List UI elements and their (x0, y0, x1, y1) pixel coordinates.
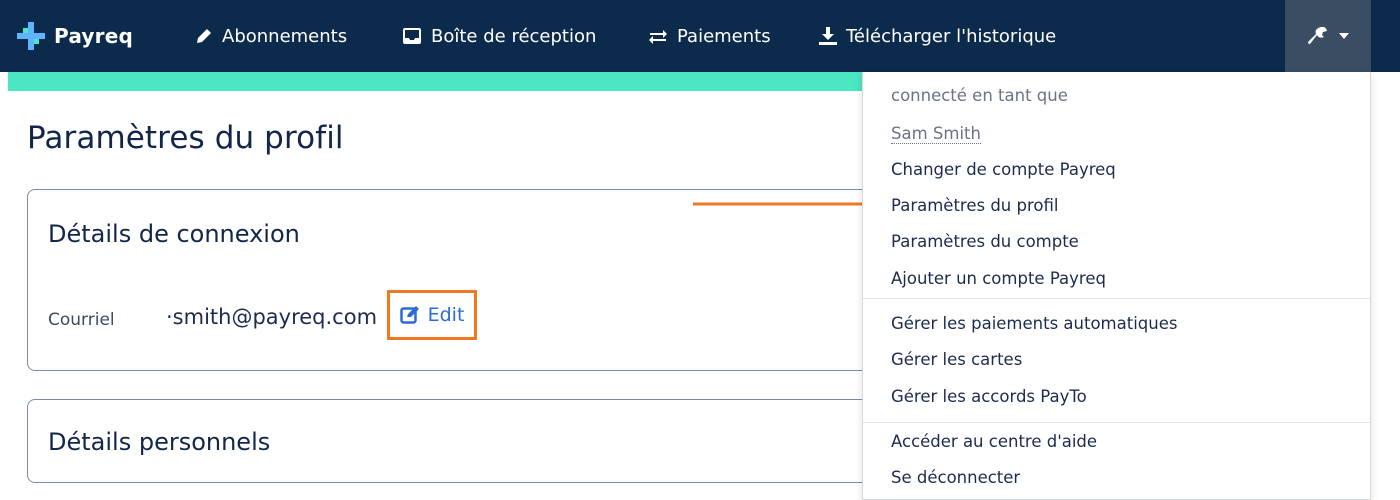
nav-abonnements[interactable]: Abonnements (194, 0, 347, 72)
brand-logo[interactable]: Payreq (16, 0, 133, 72)
download-icon (819, 27, 837, 45)
edit-button-label: Edit (427, 304, 465, 326)
personal-details-card: Détails personnels (27, 399, 927, 483)
nav-paiements[interactable]: Paiements (647, 0, 771, 72)
edit-icon (399, 306, 419, 324)
dropdown-user-name: Sam Smith (891, 124, 981, 144)
edit-email-button[interactable]: Edit (387, 290, 477, 340)
menu-accords-payto[interactable]: Gérer les accords PayTo (891, 387, 1087, 406)
wrench-icon (1308, 26, 1327, 44)
menu-gerer-cartes[interactable]: Gérer les cartes (891, 350, 1022, 369)
dropdown-header: connecté en tant que (891, 86, 1068, 105)
menu-parametres-compte[interactable]: Paramètres du compte (891, 232, 1079, 251)
nav-paiements-label: Paiements (677, 25, 771, 47)
nav-abonnements-label: Abonnements (222, 25, 348, 47)
caret-down-icon (1339, 33, 1349, 39)
email-label: Courriel (48, 310, 115, 330)
pencil-icon (197, 29, 211, 43)
email-value: ·smith@payreq.com (166, 305, 378, 329)
login-details-title: Détails de connexion (48, 220, 300, 248)
inbox-icon (403, 28, 421, 44)
payreq-logo-icon (17, 22, 45, 50)
login-details-card: Détails de connexion Courriel ·smith@pay… (27, 189, 927, 371)
nav-boite-reception[interactable]: Boîte de réception (401, 0, 596, 72)
page-title: Paramètres du profil (27, 120, 344, 156)
nav-telecharger-historique-label: Télécharger l'historique (846, 25, 1057, 47)
account-dropdown-menu: connecté en tant que Sam Smith Changer d… (862, 72, 1371, 500)
personal-details-title: Détails personnels (48, 428, 271, 456)
menu-paiements-automatiques[interactable]: Gérer les paiements automatiques (891, 314, 1177, 333)
exchange-icon (649, 30, 667, 44)
annotation-arrow (693, 198, 887, 210)
menu-ajouter-compte[interactable]: Ajouter un compte Payreq (891, 269, 1106, 288)
menu-parametres-profil[interactable]: Paramètres du profil (891, 196, 1058, 215)
nav-telecharger-historique[interactable]: Télécharger l'historique (818, 0, 1056, 72)
settings-dropdown-toggle[interactable] (1285, 0, 1371, 72)
menu-divider (863, 298, 1370, 299)
menu-deconnecter[interactable]: Se déconnecter (891, 468, 1020, 487)
menu-centre-aide[interactable]: Accéder au centre d'aide (891, 432, 1097, 451)
menu-divider (863, 422, 1370, 423)
top-navbar: Payreq Abonnements Boîte de réception Pa… (0, 0, 1400, 72)
brand-name: Payreq (54, 24, 133, 48)
menu-changer-compte[interactable]: Changer de compte Payreq (891, 160, 1116, 179)
nav-boite-reception-label: Boîte de réception (431, 25, 597, 47)
